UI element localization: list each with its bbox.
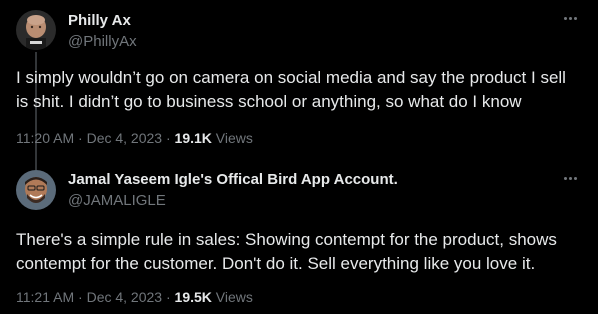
tweet-meta: 11:21 AM · Dec 4, 2023 · 19.5K Views: [16, 289, 253, 305]
more-options-icon[interactable]: [560, 8, 580, 28]
profile-avatar-icon: [16, 10, 56, 50]
user-handle[interactable]: @JAMALIGLE: [68, 192, 166, 209]
avatar[interactable]: [16, 10, 56, 50]
more-options-icon[interactable]: [560, 168, 580, 188]
views-label: Views: [211, 130, 253, 146]
tweet-meta: 11:20 AM · Dec 4, 2023 · 19.1K Views: [16, 130, 253, 146]
tweet-time[interactable]: 11:21 AM: [16, 289, 74, 305]
tweet-date[interactable]: Dec 4, 2023: [87, 289, 163, 305]
display-name[interactable]: Philly Ax: [68, 12, 131, 29]
tweet-thread: Philly Ax @PhillyAx I simply wouldn’t go…: [0, 0, 598, 314]
meta-separator: ·: [162, 289, 175, 305]
avatar[interactable]: [16, 170, 56, 210]
tweet-text: There's a simple rule in sales: Showing …: [16, 230, 557, 273]
profile-avatar-icon: [16, 170, 56, 210]
user-handle[interactable]: @PhillyAx: [68, 33, 137, 50]
display-name[interactable]: Jamal Yaseem Igle's Offical Bird App Acc…: [68, 171, 398, 188]
meta-separator: ·: [74, 130, 87, 146]
views-count: 19.5K: [174, 289, 212, 305]
meta-separator: ·: [74, 289, 87, 305]
tweet-time[interactable]: 11:20 AM: [16, 130, 74, 146]
tweet-date[interactable]: Dec 4, 2023: [87, 130, 163, 146]
views-count: 19.1K: [174, 130, 212, 146]
meta-separator: ·: [162, 130, 175, 146]
tweet-text: I simply wouldn’t go on camera on social…: [16, 68, 566, 111]
views-label: Views: [211, 289, 253, 305]
